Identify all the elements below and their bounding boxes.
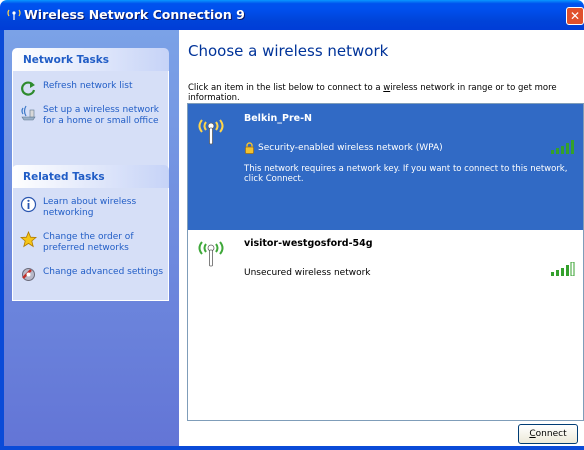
- title-bar[interactable]: Wireless Network Connection 9 ✕: [0, 0, 584, 30]
- refresh-icon: [21, 81, 36, 96]
- sidebar: Network Tasks Refresh network list Set u…: [4, 30, 179, 446]
- signal-strength-icon: [551, 262, 575, 276]
- network-security-status: Security-enabled wireless network (WPA): [258, 143, 443, 153]
- related-tasks-title: Related Tasks: [23, 171, 105, 183]
- task-label: Change the order of preferred networks: [43, 232, 134, 253]
- network-name: Belkin_Pre-N: [244, 113, 313, 124]
- network-item-belkin[interactable]: Belkin_Pre-N Security-enabled wireless n…: [188, 104, 583, 230]
- task-label: Refresh network list: [43, 81, 133, 91]
- close-button[interactable]: ✕: [566, 7, 584, 25]
- network-name: visitor-westgosford-54g: [244, 238, 373, 249]
- wireless-network-icon: [7, 9, 21, 20]
- network-security-status: Unsecured wireless network: [244, 268, 371, 278]
- instructions-text: Click an item in the list below to conne…: [188, 83, 580, 103]
- network-item-visitor[interactable]: visitor-westgosford-54g Unsecured wirele…: [188, 230, 583, 286]
- network-tasks-panel: Network Tasks Refresh network list Set u…: [12, 48, 169, 172]
- wireless-network-window: Wireless Network Connection 9 ✕ Network …: [0, 0, 584, 450]
- network-tasks-title: Network Tasks: [23, 54, 110, 66]
- related-tasks-body: Learn about wireless networking Change t…: [12, 188, 169, 301]
- network-tasks-header[interactable]: Network Tasks: [12, 48, 169, 71]
- network-list[interactable]: Belkin_Pre-N Security-enabled wireless n…: [187, 103, 584, 421]
- task-label: Set up a wireless network for a home or …: [43, 105, 160, 126]
- close-icon: ✕: [569, 9, 581, 23]
- connect-label: onnect: [535, 429, 567, 439]
- task-label: Learn about wireless networking: [43, 197, 137, 218]
- network-description: This network requires a network key. If …: [244, 164, 568, 184]
- main-content: Choose a wireless network Click an item …: [179, 30, 584, 446]
- setup-wireless-icon: [21, 105, 36, 121]
- window-frame-bottom: [0, 446, 584, 450]
- window-title: Wireless Network Connection 9: [24, 7, 245, 22]
- wireless-antenna-icon: [198, 241, 224, 267]
- connect-button[interactable]: Connect: [518, 424, 578, 444]
- network-tasks-body: Refresh network list Set up a wireless n…: [12, 71, 169, 172]
- info-icon: [20, 196, 37, 213]
- signal-strength-icon: [551, 140, 574, 154]
- wireless-antenna-icon: [198, 119, 224, 145]
- task-label: Change advanced settings: [43, 267, 164, 277]
- related-tasks-header[interactable]: Related Tasks: [12, 165, 169, 188]
- related-tasks-panel: Related Tasks Learn about wireless netwo…: [12, 165, 169, 301]
- settings-icon: [22, 268, 35, 281]
- instructions-part: Click an item in the list below to conne…: [188, 83, 384, 93]
- star-icon: [20, 231, 37, 248]
- page-title: Choose a wireless network: [188, 42, 389, 60]
- lock-icon: [245, 142, 254, 154]
